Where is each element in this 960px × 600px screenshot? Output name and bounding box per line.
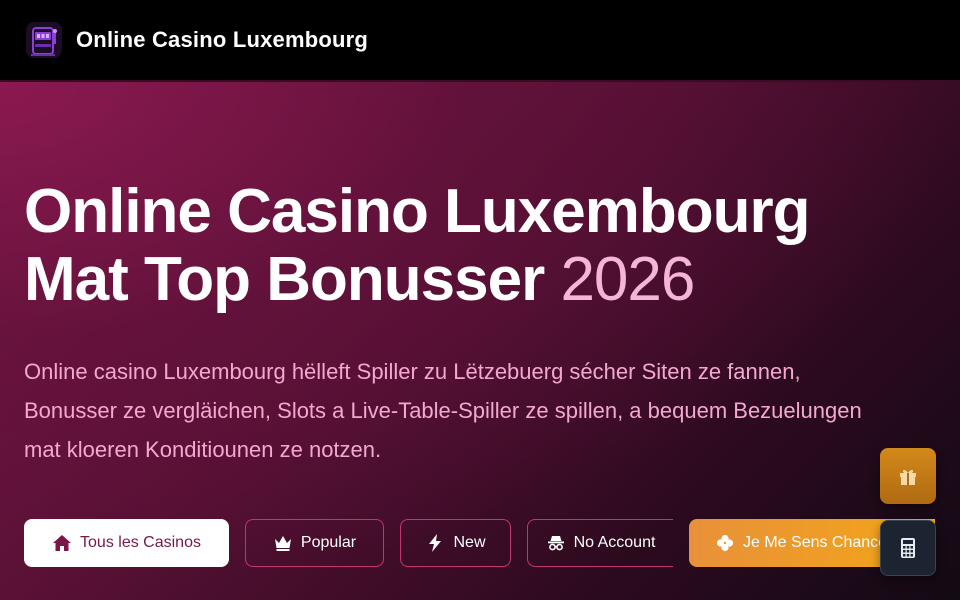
hero-title-line1: Online Casino Luxembourg — [24, 177, 811, 246]
site-title: Online Casino Luxembourg — [76, 27, 369, 52]
top-navigation-bar: Online Casino Luxembourg — [0, 0, 960, 82]
crown-icon — [274, 536, 291, 551]
slot-machine-icon — [26, 22, 62, 58]
hero-description: Online casino Luxembourg hëlleft Spiller… — [24, 359, 862, 462]
calculator-icon — [901, 538, 915, 558]
hero-title-line2: Mat Top Bonusser — [24, 245, 545, 314]
filter-label: Popular — [300, 534, 357, 551]
hero-title-year: 2026 — [560, 245, 695, 314]
filter-all-casinos[interactable]: Tous les Casinos — [24, 519, 229, 567]
hero-title: Online Casino Luxembourg Mat Top Bonusse… — [24, 178, 954, 314]
filter-no-account[interactable]: No Account — [527, 519, 673, 567]
site-logo-link[interactable]: Online Casino Luxembourg — [24, 20, 368, 60]
filter-popular[interactable]: Popular — [245, 519, 384, 567]
filter-label: New — [453, 534, 486, 551]
home-icon — [53, 535, 72, 551]
clover-icon — [716, 534, 734, 552]
filter-new[interactable]: New — [400, 519, 511, 567]
hero-section: Online Casino Luxembourg Mat Top Bonusse… — [0, 82, 960, 600]
filter-label: Tous les Casinos — [80, 534, 201, 551]
lightning-icon — [429, 534, 442, 552]
filter-label: No Account — [573, 534, 656, 551]
casino-filter-bar: Tous les Casinos Popular New No Account … — [24, 518, 935, 568]
calculator-button[interactable] — [880, 520, 936, 576]
incognito-icon — [547, 536, 564, 551]
gift-icon — [900, 469, 916, 485]
bonus-gift-button[interactable] — [880, 448, 936, 504]
